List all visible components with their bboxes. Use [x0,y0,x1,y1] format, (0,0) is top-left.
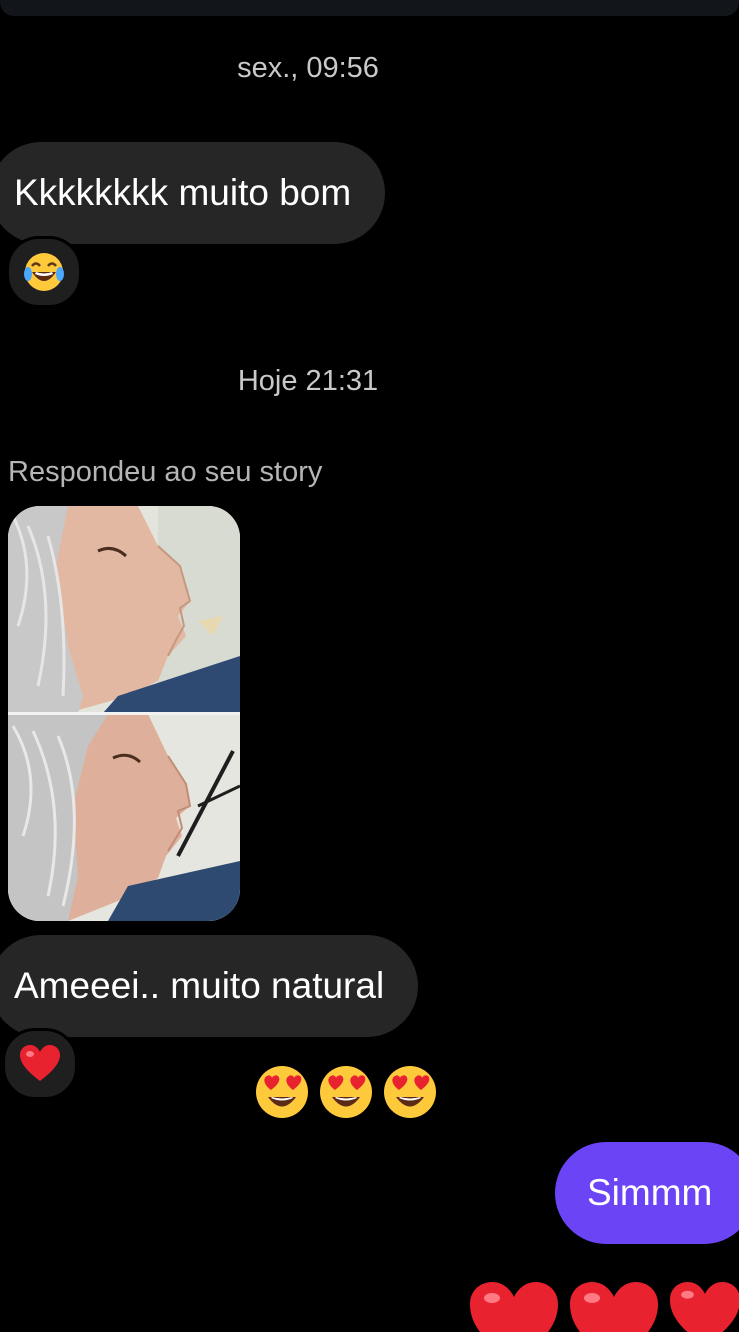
story-reply-label: Respondeu ao seu story [8,456,323,488]
red-heart-emoji-reaction-icon[interactable] [2,1028,78,1100]
story-preview-image[interactable] [8,506,240,921]
red-heart-emoji-icon [570,1282,658,1332]
message-text: Ameeei.. muito natural [14,965,385,1006]
laughing-tears-emoji-icon [24,253,64,291]
heart-eyes-emoji-icon [256,1066,308,1118]
message-text: Kkkkkkkk muito bom [14,172,352,213]
timestamp-today: Hoje 21:31 [237,365,379,397]
red-heart-emoji-icon [470,1282,558,1332]
chat-screen: sex., 09:56 Kkkkkkkk muito bom Hoje 21:3… [0,0,739,1332]
message-text: Simmm [587,1172,713,1213]
red-heart-emoji-icon [670,1282,739,1332]
timestamp-friday: sex., 09:56 [237,52,379,84]
laughing-tears-emoji-reaction-icon[interactable] [6,236,82,308]
top-bar [0,0,739,16]
heart-eyes-emoji-icon [384,1066,436,1118]
before-after-photo [8,506,240,921]
outgoing-message-bubble[interactable]: Simmm [555,1142,739,1244]
incoming-message-bubble[interactable]: Kkkkkkkk muito bom [0,142,386,244]
emoji-message[interactable] [254,1064,438,1120]
incoming-message-bubble-2[interactable]: Ameeei.. muito natural [0,935,419,1037]
red-heart-emoji-icon [20,1045,60,1081]
hearts-message[interactable] [470,1282,739,1332]
heart-eyes-emoji-icon [320,1066,372,1118]
